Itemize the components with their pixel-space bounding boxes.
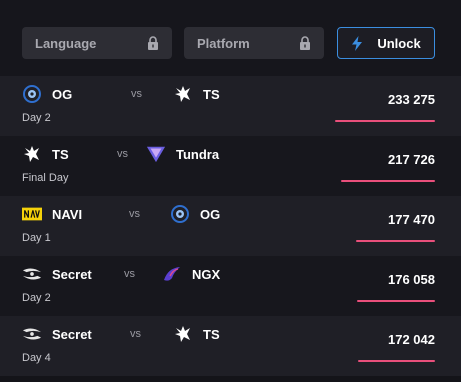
unlock-button[interactable]: Unlock	[337, 27, 435, 59]
team2: Tundra	[146, 144, 219, 164]
secret-logo-icon	[22, 324, 42, 344]
match-row[interactable]: TS vs Tundra Final Day 217 726	[0, 136, 461, 196]
viewers-bar	[355, 240, 435, 242]
match-list: OG vs TS Day 2 233 275 TS vs Tundra Fina…	[0, 76, 461, 376]
team2-name: OG	[200, 206, 221, 222]
language-filter-label: Language	[35, 35, 97, 51]
secret-logo-icon	[22, 264, 42, 284]
bolt-icon	[351, 35, 363, 51]
viewers-bar	[358, 360, 435, 362]
team1: TS	[22, 144, 69, 164]
ngx-logo-icon	[162, 264, 182, 284]
unlock-label: Unlock	[377, 35, 421, 51]
team2-name: TS	[203, 86, 220, 102]
navi-logo-icon	[22, 204, 42, 224]
viewers-count: 217 726	[388, 152, 435, 167]
spirit-logo-icon	[22, 144, 42, 164]
match-row[interactable]: Secret vs TS Day 4 172 042	[0, 316, 461, 376]
team1-name: Secret	[52, 326, 92, 342]
day-label: Day 4	[22, 352, 51, 364]
filter-bar: Language Platform Unlock	[0, 0, 461, 76]
lock-icon	[147, 36, 159, 50]
team2-name: NGX	[192, 266, 221, 282]
team2: TS	[173, 324, 220, 344]
team1: Secret	[22, 264, 92, 284]
day-label: Day 2	[22, 292, 51, 304]
viewers-count: 172 042	[388, 332, 435, 347]
viewers-bar	[356, 300, 435, 302]
team1-name: TS	[52, 146, 69, 162]
team2: OG	[170, 204, 220, 224]
team1-name: OG	[52, 86, 73, 102]
day-label: Day 2	[22, 112, 51, 124]
vs-label: vs	[124, 268, 135, 280]
viewers-bar	[340, 180, 435, 182]
team1: OG	[22, 84, 72, 104]
platform-filter-button[interactable]: Platform	[184, 27, 324, 59]
team2: TS	[173, 84, 220, 104]
match-row[interactable]: Secret vs NGX Day 2 176 058	[0, 256, 461, 316]
lock-icon	[299, 36, 311, 50]
team1: Secret	[22, 324, 92, 344]
team2-name: Tundra	[176, 146, 220, 162]
team2: NGX	[162, 264, 220, 284]
viewers-count: 177 470	[388, 212, 435, 227]
team1-name: NAVI	[52, 206, 83, 222]
team1-name: Secret	[52, 266, 92, 282]
viewers-count: 233 275	[388, 92, 435, 107]
platform-filter-label: Platform	[197, 35, 250, 51]
vs-label: vs	[117, 148, 128, 160]
og-logo-icon	[170, 204, 190, 224]
team1: NAVI	[22, 204, 82, 224]
viewers-bar	[335, 120, 435, 122]
day-label: Day 1	[22, 232, 51, 244]
match-row[interactable]: NAVI vs OG Day 1 177 470	[0, 196, 461, 256]
team2-name: TS	[203, 326, 220, 342]
match-row[interactable]: OG vs TS Day 2 233 275	[0, 76, 461, 136]
spirit-logo-icon	[173, 84, 193, 104]
og-logo-icon	[22, 84, 42, 104]
viewers-count: 176 058	[388, 272, 435, 287]
vs-label: vs	[129, 208, 140, 220]
vs-label: vs	[130, 328, 141, 340]
vs-label: vs	[131, 88, 142, 100]
language-filter-button[interactable]: Language	[22, 27, 172, 59]
spirit-logo-icon	[173, 324, 193, 344]
day-label: Final Day	[22, 172, 69, 184]
tundra-logo-icon	[146, 144, 166, 164]
